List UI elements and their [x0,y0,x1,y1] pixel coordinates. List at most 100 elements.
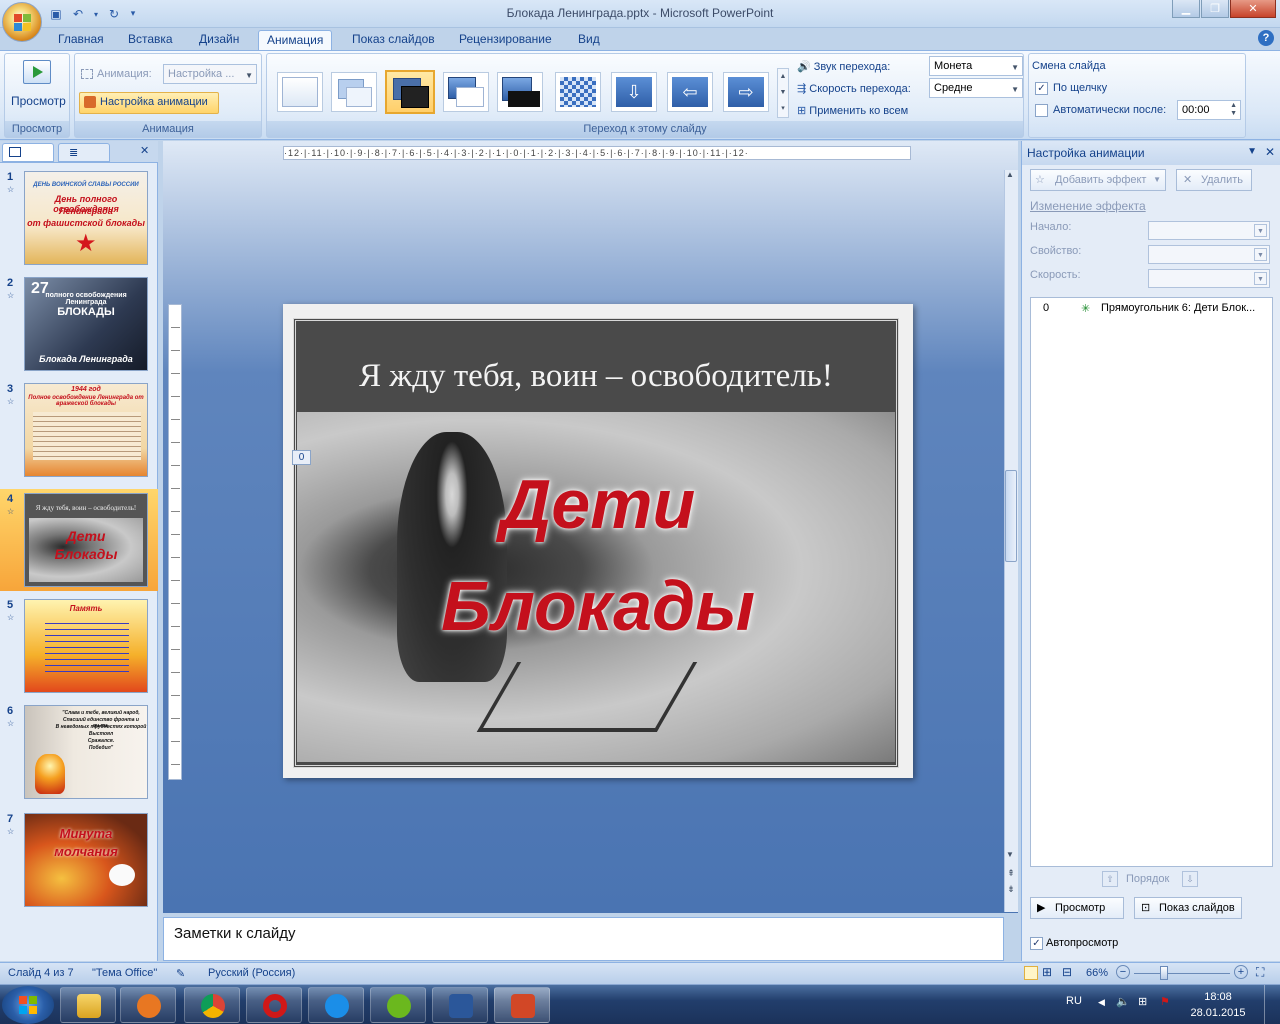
play-button[interactable]: ▶ Просмотр [1030,897,1124,919]
transition-push-down[interactable]: ⇩ [611,72,657,112]
transition-push-right[interactable]: ⇨ [723,72,769,112]
scroll-thumb[interactable] [1005,470,1017,562]
tab-home[interactable]: Главная [50,30,112,51]
zoom-slider[interactable] [1134,973,1230,974]
spellcheck-icon[interactable]: ✎ [176,967,185,980]
preview-button[interactable]: Просмотр [11,94,66,108]
transition-none[interactable] [277,72,323,112]
auto-after-checkbox[interactable] [1035,104,1048,117]
transition-dissolve[interactable] [443,72,489,112]
slide-title-line1[interactable]: Дети [283,464,913,544]
network-icon[interactable]: ⊞ [1138,995,1147,1008]
taskbar-internet-explorer[interactable] [308,987,364,1023]
keyboard-language[interactable]: RU [1066,995,1082,1007]
maximize-button[interactable]: ❐ [1201,0,1229,18]
zoom-in-icon[interactable]: + [1234,965,1248,979]
current-slide[interactable]: Я жду тебя, воин – освободитель! Дети Бл… [283,304,913,778]
clock-date[interactable]: 28.01.2015 [1186,1007,1250,1019]
close-icon[interactable]: ✕ [1265,145,1275,159]
volume-icon[interactable]: 🔈 [1116,995,1130,1008]
taskbar-opera[interactable] [246,987,302,1023]
transition-cut-black[interactable] [497,72,543,112]
gallery-scroll[interactable]: ▲ ▼ ▾ [777,68,789,118]
remove-button[interactable]: ✕ Удалить [1176,169,1252,191]
tab-review[interactable]: Рецензирование [451,30,560,51]
apply-all-button[interactable]: ⊞ Применить ко всем [797,104,908,117]
scroll-down-icon[interactable]: ▼ [1006,850,1014,859]
speed-label: Скорость: [1030,269,1081,281]
slide-thumbnail-3[interactable]: 3 ☆ 1944 год Полное освобождение Ленингра… [0,383,158,485]
transition-fade-black[interactable] [385,70,435,114]
notes-area[interactable]: Заметки к слайду [163,917,1004,961]
language[interactable]: Русский (Россия) [208,967,295,979]
animation-list[interactable]: 0 ✳ Прямоугольник 6: Дети Блок... [1030,297,1273,867]
pane-menu-icon[interactable]: ▼ [1247,146,1257,157]
transition-fade[interactable] [331,72,377,112]
slide-thumbnail-4[interactable]: 4 ☆ Я жду тебя, воин – освободитель! Дети… [0,489,158,591]
scroll-up-icon[interactable]: ▲ [1006,170,1014,179]
start-select[interactable]: ▼ [1148,221,1270,240]
office-button[interactable] [2,2,42,42]
slide-thumbnail-7[interactable]: 7 ☆ Минута молчания [0,813,158,915]
taskbar-powerpoint[interactable] [494,987,550,1023]
next-slide-icon[interactable]: ⇟ [1005,884,1017,894]
close-button[interactable]: ✕ [1230,0,1276,18]
auto-after-time-input[interactable]: 00:00 ▲ ▼ [1177,100,1241,120]
slide-thumbnail-5[interactable]: 5 ☆ Память [0,599,158,701]
on-click-checkbox[interactable]: ✓ [1035,82,1048,95]
slide-thumbnail-6[interactable]: 6 ☆ "Слава и тебе, великий народ, Спасший… [0,705,158,807]
animation-select[interactable]: Настройка ... ▼ [163,64,257,84]
move-up-icon[interactable]: ⇧ [1102,871,1118,887]
custom-animation-button[interactable]: Настройка анимации [79,92,219,114]
property-select[interactable]: ▼ [1148,245,1270,264]
tab-slideshow[interactable]: Показ слайдов [344,30,443,51]
preview-icon[interactable] [23,60,51,84]
autopreview-checkbox[interactable]: ✓ [1030,937,1043,950]
zoom-slider-thumb[interactable] [1160,966,1168,980]
fit-to-window-icon[interactable]: ⛶ [1256,965,1264,980]
animation-order-tag[interactable]: 0 [292,450,311,465]
tab-design[interactable]: Дизайн [191,30,247,51]
slideshow-button[interactable]: ⊡ Показ слайдов [1134,897,1242,919]
add-effect-button[interactable]: ☆ Добавить эффект ▼ [1030,169,1166,191]
slide-subtitle[interactable]: Я жду тебя, воин – освободитель! [297,358,895,395]
taskbar-word[interactable] [432,987,488,1023]
slide-thumbnail-1[interactable]: 1 ☆ ДЕНЬ ВОИНСКОЙ СЛАВЫ РОССИИ День полно… [0,171,158,273]
normal-view-icon[interactable] [1024,966,1038,980]
taskbar-media-player[interactable] [120,987,176,1023]
list-item[interactable]: 0 ✳ Прямоугольник 6: Дети Блок... [1035,302,1267,320]
speed-select[interactable]: ▼ [1148,269,1270,288]
spinner-icon[interactable]: ▲ ▼ [1230,102,1237,118]
speed-select[interactable]: Средне ▼ [929,78,1023,98]
action-center-icon[interactable]: ⚑ [1160,995,1170,1008]
move-down-icon[interactable]: ⇩ [1182,871,1198,887]
slide-title-line2[interactable]: Блокады [283,566,913,646]
tab-outline[interactable]: ≣ [58,143,110,162]
transition-push-left[interactable]: ⇦ [667,72,713,112]
zoom-level[interactable]: 66% [1086,967,1108,979]
taskbar-chrome[interactable] [184,987,240,1023]
transition-checker[interactable] [555,72,601,112]
taskbar-utorrent[interactable] [370,987,426,1023]
tab-insert[interactable]: Вставка [120,30,181,51]
slide-sorter-icon[interactable]: ⊞ [1042,965,1052,979]
show-desktop-button[interactable] [1264,985,1278,1024]
speed-icon: ⇶ [797,83,807,95]
tab-view[interactable]: Вид [570,30,608,51]
theme-name[interactable]: "Тема Office" [92,967,157,979]
close-panel-icon[interactable]: ✕ [140,144,149,157]
taskbar-explorer[interactable] [60,987,116,1023]
clock-time[interactable]: 18:08 [1198,991,1238,1003]
help-icon[interactable]: ? [1258,30,1274,46]
tab-animations[interactable]: Анимация [258,30,333,51]
prev-slide-icon[interactable]: ⇞ [1005,868,1017,878]
tab-slides[interactable] [2,143,54,162]
tray-expand-icon[interactable]: ◀ [1098,997,1105,1008]
minimize-button[interactable]: ▁ [1172,0,1200,18]
sound-select[interactable]: Монета ▼ [929,56,1023,76]
slide-thumbnail-2[interactable]: 2 ☆ 27 полного освобождения Ленинграда БЛ… [0,277,158,379]
task-pane-header: Настройка анимации ▼ ✕ [1022,141,1280,165]
start-button[interactable] [2,986,54,1024]
slideshow-view-icon[interactable]: ⊟ [1062,965,1072,979]
zoom-out-icon[interactable]: − [1116,965,1130,979]
